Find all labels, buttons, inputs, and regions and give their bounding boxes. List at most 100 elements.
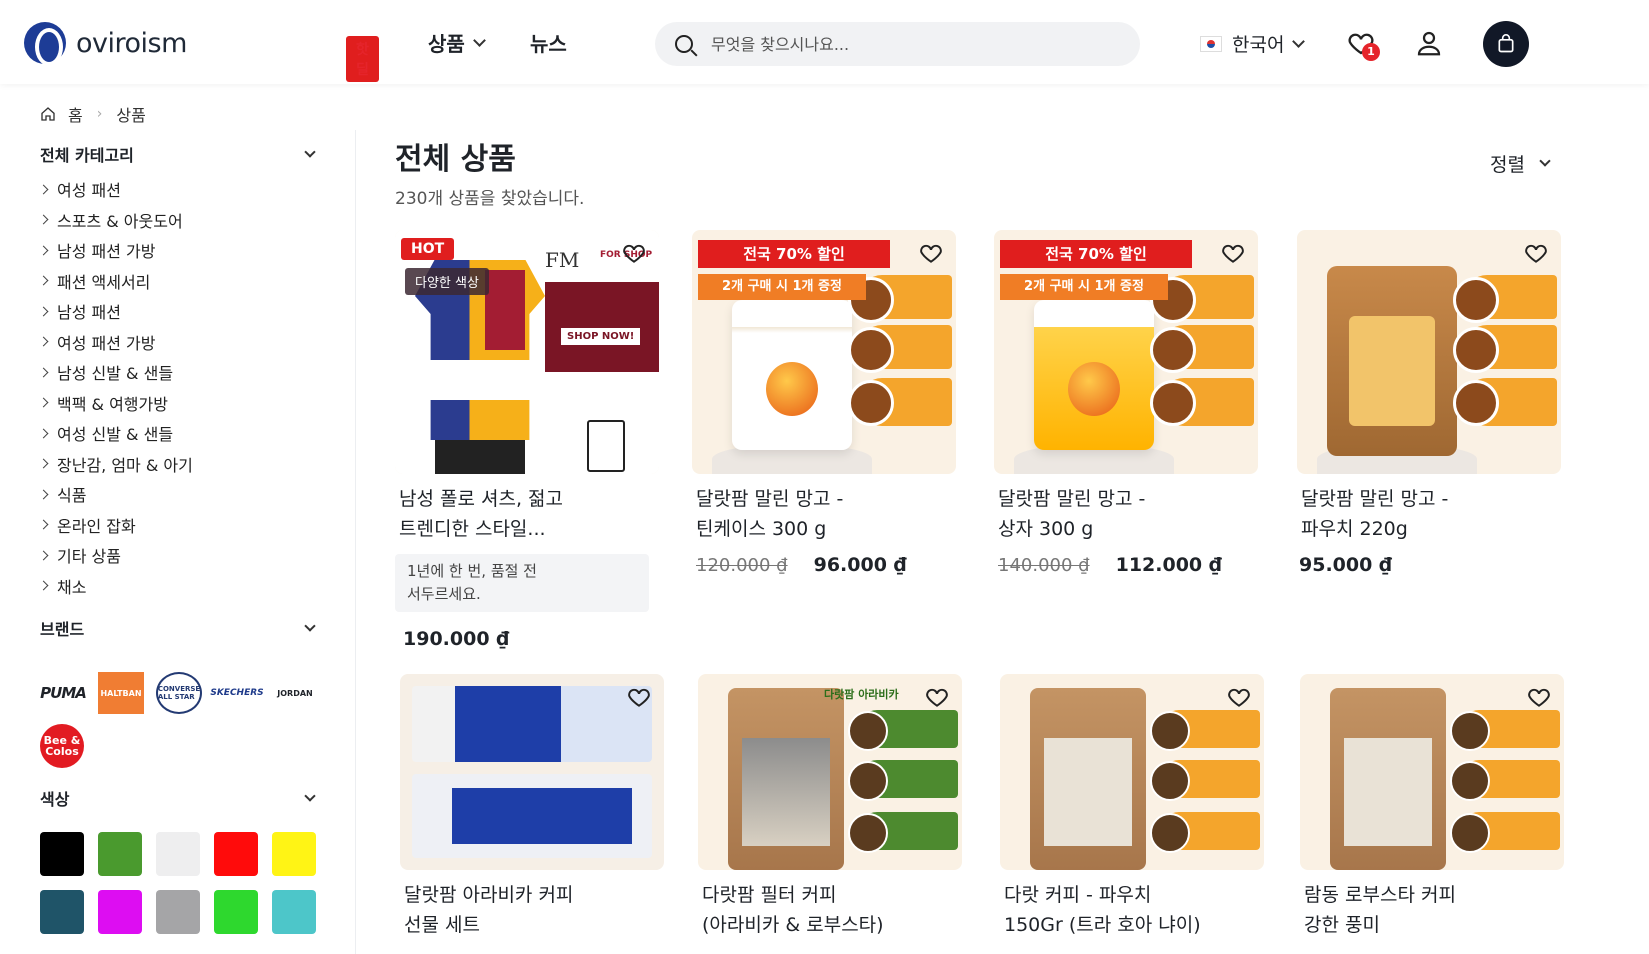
- category-item[interactable]: 패션 액세서리: [38, 266, 320, 297]
- product-name[interactable]: 달랏팜 말린 망고 - 틴케이스 300 g: [692, 484, 956, 544]
- product-name[interactable]: 달랏팜 아라비카 커피 선물 세트: [400, 880, 664, 940]
- user-account-icon[interactable]: [1414, 28, 1444, 58]
- wishlist-heart-icon[interactable]: [924, 684, 950, 710]
- product-image[interactable]: [1297, 230, 1561, 474]
- wishlist-heart-icon[interactable]: [918, 240, 944, 266]
- brand-puma-logo[interactable]: PUMA: [40, 672, 87, 714]
- product-card[interactable]: 달랏팜 아라비카 커피 선물 세트: [400, 674, 664, 940]
- product-card[interactable]: 전국 70% 할인 2개 구매 시 1개 증정 달랏팜 말린 망고 - 틴케이스 …: [692, 230, 956, 576]
- wishlist-heart-icon[interactable]: [1220, 240, 1246, 266]
- category-item[interactable]: 채소: [38, 571, 320, 602]
- cart-button[interactable]: [1483, 21, 1529, 67]
- search-input[interactable]: [711, 34, 1111, 54]
- nav-products[interactable]: 상품: [428, 28, 486, 57]
- wishlist-heart-icon[interactable]: [1226, 684, 1252, 710]
- brand-bee-colos-logo[interactable]: Bee & Colos: [40, 724, 84, 768]
- breadcrumb-home[interactable]: 홈: [68, 102, 83, 126]
- chevron-down-icon: [304, 619, 316, 632]
- color-swatch[interactable]: [156, 890, 200, 934]
- product-name[interactable]: 다랏 커피 - 파우치 150Gr (트라 호아 냐이): [1000, 880, 1264, 940]
- category-item[interactable]: 식품: [38, 479, 320, 510]
- color-swatch[interactable]: [40, 890, 84, 934]
- product-image[interactable]: [1000, 674, 1264, 870]
- product-card[interactable]: 람동 로부스타 커피 강한 풍미: [1300, 674, 1564, 940]
- category-item[interactable]: 여성 패션 가방: [38, 327, 320, 358]
- product-image[interactable]: 다랏팜 아라비카: [698, 674, 962, 870]
- product-image[interactable]: 전국 70% 할인 2개 구매 시 1개 증정: [994, 230, 1258, 474]
- product-image[interactable]: [400, 674, 664, 870]
- search-bar[interactable]: [655, 22, 1140, 66]
- product-name[interactable]: 달랏팜 말린 망고 - 파우치 220g: [1297, 484, 1561, 544]
- hot-badge: HOT: [401, 238, 455, 260]
- feature-badge: [1453, 275, 1557, 323]
- nav-news[interactable]: 뉴스: [530, 28, 567, 57]
- stock-note-line: 서두르세요.: [407, 585, 481, 603]
- sort-dropdown[interactable]: 정렬: [1490, 150, 1551, 177]
- product-image[interactable]: FM FOR SHOP SHOP NOW! HOT 다양한 색상: [395, 230, 659, 474]
- category-item[interactable]: 여성 신발 & 샌들: [38, 418, 320, 449]
- color-swatch[interactable]: [214, 890, 258, 934]
- categories-header[interactable]: 전체 카테고리: [40, 140, 320, 168]
- wishlist-heart-icon[interactable]: [621, 240, 647, 266]
- product-name[interactable]: 다랏팜 필터 커피 (아라비카 & 로부스타): [698, 880, 962, 940]
- product-image[interactable]: [1300, 674, 1564, 870]
- home-icon[interactable]: [40, 106, 56, 122]
- category-item[interactable]: 남성 신발 & 샌들: [38, 357, 320, 388]
- product-name[interactable]: 남성 폴로 셔츠, 젊고 트렌디한 스타일...: [395, 484, 659, 544]
- category-item[interactable]: 온라인 잡화: [38, 510, 320, 541]
- brand-jordan-logo[interactable]: JORDAN: [272, 672, 318, 714]
- stock-note: 1년에 한 번, 품절 전 서두르세요.: [395, 554, 649, 612]
- category-item[interactable]: 여성 패션: [38, 174, 320, 205]
- category-item[interactable]: 백팩 & 여행가방: [38, 388, 320, 419]
- sidebar-divider: [355, 130, 356, 954]
- color-swatch[interactable]: [98, 832, 142, 876]
- wishlist-heart-icon[interactable]: [1523, 240, 1549, 266]
- product-card[interactable]: 전국 70% 할인 2개 구매 시 1개 증정 달랏팜 말린 망고 - 상자 30…: [994, 230, 1258, 576]
- category-item[interactable]: 남성 패션: [38, 296, 320, 327]
- product-name[interactable]: 람동 로부스타 커피 강한 풍미: [1300, 880, 1564, 940]
- product-card[interactable]: 다랏 커피 - 파우치 150Gr (트라 호아 냐이): [1000, 674, 1264, 940]
- search-icon[interactable]: [675, 35, 693, 53]
- logo[interactable]: oviroism: [24, 22, 187, 66]
- brand-haltban-logo[interactable]: HALTBAN: [98, 672, 144, 714]
- breadcrumb: 홈 › 상품: [40, 102, 146, 126]
- color-swatch[interactable]: [156, 832, 200, 876]
- brand-skechers-logo[interactable]: SKECHERS: [210, 672, 263, 714]
- product-name-line: 남성 폴로 셔츠, 젊고: [399, 488, 563, 510]
- category-label: 온라인 잡화: [57, 516, 136, 536]
- nav-hot-deals[interactable]: 핫딜: [346, 36, 379, 82]
- wishlist-heart-icon[interactable]: [626, 684, 652, 710]
- category-item[interactable]: 스포츠 & 아웃도어: [38, 205, 320, 236]
- color-swatch[interactable]: [272, 890, 316, 934]
- product-card[interactable]: FM FOR SHOP SHOP NOW! HOT 다양한 색상 남성 폴로 셔…: [395, 230, 659, 650]
- category-item[interactable]: 기타 상품: [38, 540, 320, 571]
- color-swatch[interactable]: [272, 832, 316, 876]
- category-label: 스포츠 & 아웃도어: [57, 211, 183, 231]
- category-item[interactable]: 남성 패션 가방: [38, 235, 320, 266]
- chevron-right-icon: [38, 458, 49, 469]
- colors-header[interactable]: 색상: [40, 784, 320, 812]
- image-brand-text: FM: [545, 248, 580, 272]
- language-selector[interactable]: 한국어: [1200, 30, 1306, 57]
- product-image[interactable]: 전국 70% 할인 2개 구매 시 1개 증정: [692, 230, 956, 474]
- product-name[interactable]: 달랏팜 말린 망고 - 상자 300 g: [994, 484, 1258, 544]
- chevron-down-icon: [472, 33, 486, 47]
- category-list: 여성 패션스포츠 & 아웃도어남성 패션 가방 패션 액세서리 남성 패션 여성 패션…: [38, 174, 320, 602]
- category-label: 백팩 & 여행가방: [57, 394, 168, 414]
- color-swatch[interactable]: [214, 832, 258, 876]
- feature-badge: [1150, 812, 1260, 853]
- color-swatch[interactable]: [40, 832, 84, 876]
- feature-badge: [1450, 812, 1560, 853]
- feature-badge: [1450, 760, 1560, 801]
- product-card[interactable]: 다랏팜 아라비카 다랏팜 필터 커피 (아라비카 & 로부스타): [698, 674, 962, 940]
- category-item[interactable]: 장난감, 엄마 & 아기: [38, 449, 320, 480]
- wishlist-heart-icon[interactable]: [1526, 684, 1552, 710]
- brands-header[interactable]: 브랜드: [40, 614, 320, 642]
- category-label: 기타 상품: [57, 547, 121, 567]
- brand-converse-logo[interactable]: CONVERSE ALL STAR: [156, 672, 202, 714]
- product-card[interactable]: 달랏팜 말린 망고 - 파우치 220g 95.000 ₫: [1297, 230, 1561, 576]
- product-name-line: 다랏팜 필터 커피: [702, 884, 837, 906]
- color-swatch[interactable]: [98, 890, 142, 934]
- chevron-right-icon: [38, 428, 49, 439]
- feature-badge: [848, 325, 952, 373]
